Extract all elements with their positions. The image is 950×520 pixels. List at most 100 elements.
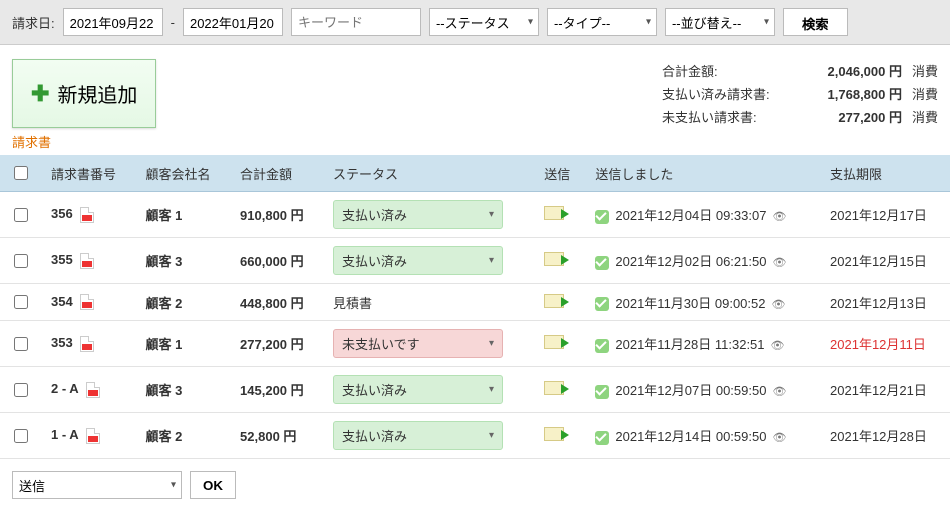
summary-extra: 消費 xyxy=(912,84,938,103)
column-header[interactable]: 送信 xyxy=(534,155,585,192)
invoice-number[interactable]: 1 - A xyxy=(51,427,79,442)
client-name[interactable]: 顧客 3 xyxy=(136,367,231,413)
plus-icon: ✚ xyxy=(31,81,49,107)
search-button[interactable]: 検索 xyxy=(783,8,848,36)
due-date: 2021年12月21日 xyxy=(820,367,950,413)
client-name[interactable]: 顧客 3 xyxy=(136,238,231,284)
status-select[interactable]: 支払い済み ▾ xyxy=(333,246,503,275)
due-date: 2021年12月28日 xyxy=(820,413,950,459)
table-row: 356 顧客 1910,800 円支払い済み▾2021年12月04日 09:33… xyxy=(0,192,950,238)
sent-timestamp: 2021年12月14日 00:59:50 xyxy=(615,429,766,444)
client-name[interactable]: 顧客 1 xyxy=(136,192,231,238)
summary-label: 未支払い請求書: xyxy=(662,107,792,126)
row-checkbox[interactable] xyxy=(14,254,28,268)
amount-cell: 52,800 円 xyxy=(230,413,323,459)
due-date: 2021年12月13日 xyxy=(820,284,950,321)
status-select[interactable]: 支払い済み▾ xyxy=(333,375,503,404)
invoice-number[interactable]: 356 xyxy=(51,206,73,221)
type-select[interactable] xyxy=(547,8,657,36)
invoice-number[interactable]: 355 xyxy=(51,252,73,267)
send-icon[interactable] xyxy=(544,335,564,349)
send-icon[interactable] xyxy=(544,427,564,441)
row-checkbox[interactable] xyxy=(14,208,28,222)
send-icon[interactable] xyxy=(544,206,564,220)
keyword-input[interactable] xyxy=(291,8,421,36)
eye-icon[interactable]: 👁 xyxy=(771,340,785,352)
invoice-number[interactable]: 2 - A xyxy=(51,381,79,396)
column-header[interactable]: ステータス xyxy=(323,155,534,192)
add-new-button[interactable]: ✚ 新規追加 xyxy=(12,59,156,128)
eye-icon[interactable]: 👁 xyxy=(772,211,786,223)
client-name[interactable]: 顧客 2 xyxy=(136,413,231,459)
pdf-icon[interactable] xyxy=(80,294,94,310)
client-name[interactable]: 顧客 1 xyxy=(136,321,231,367)
check-icon xyxy=(595,431,609,445)
due-date: 2021年12月15日 xyxy=(820,238,950,284)
column-header[interactable]: 請求書番号 xyxy=(41,155,136,192)
check-icon xyxy=(595,385,609,399)
send-icon[interactable] xyxy=(544,252,564,266)
send-icon[interactable] xyxy=(544,381,564,395)
status-label: 支払い済み xyxy=(342,380,407,399)
summary-panel: 合計金額:2,046,000 円消費支払い済み請求書:1,768,800 円消費… xyxy=(662,59,938,128)
sort-select[interactable] xyxy=(665,8,775,36)
table-row: 355 顧客 3660,000 円支払い済み▾2021年12月02日 06:21… xyxy=(0,238,950,284)
sent-timestamp: 2021年11月30日 09:00:52 xyxy=(615,296,765,311)
bulk-ok-button[interactable]: OK xyxy=(190,471,236,499)
chevron-down-icon: ▾ xyxy=(489,255,494,266)
due-date: 2021年12月17日 xyxy=(820,192,950,238)
invoice-number[interactable]: 353 xyxy=(51,335,73,350)
summary-value: 277,200 円 xyxy=(802,107,902,126)
row-checkbox[interactable] xyxy=(14,383,28,397)
client-name[interactable]: 顧客 2 xyxy=(136,284,231,321)
column-header[interactable]: 合計金額 xyxy=(230,155,323,192)
status-label: 支払い済み xyxy=(342,205,407,224)
due-date: 2021年12月11日 xyxy=(820,321,950,367)
column-header[interactable]: 顧客会社名 xyxy=(136,155,231,192)
status-select[interactable]: 未支払いです▾ xyxy=(333,329,503,358)
table-row: 1 - A 顧客 252,800 円支払い済み▾ 2021年12月14日 00:5… xyxy=(0,413,950,459)
row-checkbox[interactable] xyxy=(14,429,28,443)
select-all-checkbox[interactable] xyxy=(14,166,28,180)
date-from-input[interactable] xyxy=(63,8,163,36)
filter-bar: 請求日: - ▾ ▾ ▾ 検索 xyxy=(0,0,950,45)
eye-icon[interactable]: 👁 xyxy=(772,386,786,398)
pdf-icon[interactable] xyxy=(80,253,94,269)
eye-icon[interactable]: 👁 xyxy=(771,299,785,311)
chevron-down-icon: ▾ xyxy=(489,209,494,220)
sent-timestamp: 2021年12月02日 06:21:50 xyxy=(615,254,766,269)
status-label: 未支払いです xyxy=(342,334,420,353)
column-header[interactable]: 支払期限 xyxy=(820,155,950,192)
status-label: 支払い済み xyxy=(342,251,407,270)
section-title: 請求書 xyxy=(0,132,950,155)
table-row: 353 顧客 1277,200 円未支払いです▾2021年11月28日 11:3… xyxy=(0,321,950,367)
bulk-action-select[interactable] xyxy=(12,471,182,499)
status-select[interactable] xyxy=(429,8,539,36)
row-checkbox[interactable] xyxy=(14,337,28,351)
summary-extra: 消費 xyxy=(912,107,938,126)
pdf-icon[interactable] xyxy=(86,382,100,398)
filter-label: 請求日: xyxy=(12,13,55,32)
check-icon xyxy=(595,210,609,224)
summary-extra: 消費 xyxy=(912,61,938,80)
pdf-icon[interactable] xyxy=(86,428,100,444)
row-checkbox[interactable] xyxy=(14,295,28,309)
status-select[interactable]: 支払い済み▾ xyxy=(333,421,503,450)
table-row: 2 - A 顧客 3145,200 円支払い済み▾ 2021年12月07日 00:… xyxy=(0,367,950,413)
pdf-icon[interactable] xyxy=(80,207,94,223)
status-label: 見積書 xyxy=(333,296,372,311)
eye-icon[interactable]: 👁 xyxy=(772,257,786,269)
summary-label: 合計金額: xyxy=(662,61,792,80)
column-header[interactable]: 送信しました xyxy=(585,155,820,192)
pdf-icon[interactable] xyxy=(80,336,94,352)
eye-icon[interactable]: 👁 xyxy=(772,432,786,444)
check-icon xyxy=(595,339,609,353)
table-row: 354 顧客 2448,800 円見積書2021年11月30日 09:00:52… xyxy=(0,284,950,321)
invoice-number[interactable]: 354 xyxy=(51,294,73,309)
sent-timestamp: 2021年12月07日 00:59:50 xyxy=(615,383,766,398)
amount-cell: 145,200 円 xyxy=(230,367,323,413)
send-icon[interactable] xyxy=(544,294,564,308)
summary-value: 1,768,800 円 xyxy=(802,84,902,103)
status-select[interactable]: 支払い済み ▾ xyxy=(333,200,503,229)
date-to-input[interactable] xyxy=(183,8,283,36)
